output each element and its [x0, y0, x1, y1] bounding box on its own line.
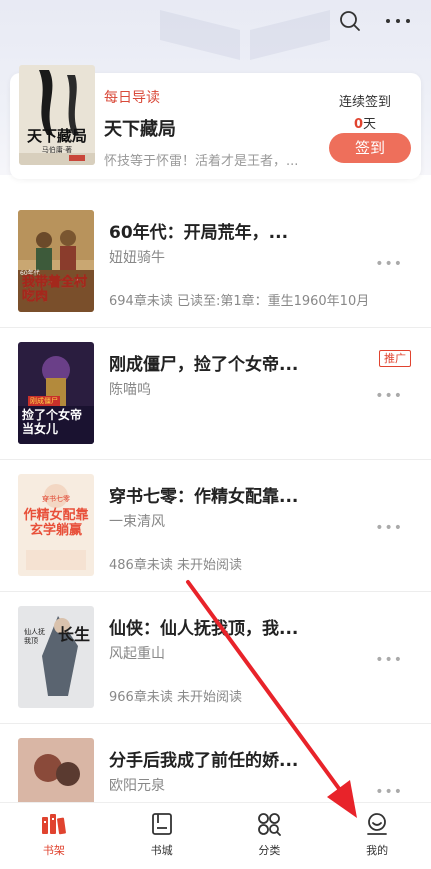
- list-item[interactable]: 刚成僵尸 捡了个女帝当女儿 刚成僵尸，捡了个女帝... 陈喵呜 推广 •••: [0, 328, 431, 460]
- book-author: 陈喵呜: [109, 382, 151, 398]
- book-cover-subtitle: 刚成僵尸: [28, 396, 60, 406]
- book-author: 一束清风: [109, 514, 165, 530]
- book-cover[interactable]: 刚成僵尸 捡了个女帝当女儿: [18, 342, 94, 444]
- checkin-days: 0天: [321, 113, 409, 132]
- tab-bookstore-label: 书城: [150, 844, 173, 857]
- book-progress: 694章未读 已读至:第1章：重生1960年10月: [109, 294, 370, 309]
- more-options-icon[interactable]: •••: [375, 652, 403, 668]
- list-item[interactable]: 仙人抚我顶 长生 仙侠：仙人抚我顶，我... 风起重山 966章未读 未开始阅读…: [0, 592, 431, 724]
- category-icon: [256, 811, 282, 837]
- more-options-icon[interactable]: •••: [375, 388, 403, 404]
- header-actions: [337, 8, 411, 34]
- book-cover-title: 我带着全村吃肉: [22, 275, 88, 304]
- tab-profile-label: 我的: [366, 844, 389, 857]
- tab-category[interactable]: 分类: [216, 803, 324, 869]
- bookshelf-list: 60年代 我带着全村吃肉 60年代：开局荒年，... 妞妞骑牛 694章未读 已…: [0, 196, 431, 856]
- book-title[interactable]: 刚成僵尸，捡了个女帝...: [109, 350, 298, 375]
- checkin-days-unit: 天: [363, 117, 377, 132]
- daily-reading-card[interactable]: 天下藏局 马伯庸·著 每日导读 天下藏局 怀技等于怀雷！活着才是王者，... 连…: [10, 65, 421, 179]
- book-cover[interactable]: 穿书七零 作精女配靠玄学躺赢: [18, 474, 94, 576]
- daily-tag: 每日导读: [104, 90, 160, 106]
- more-options-icon[interactable]: •••: [375, 520, 403, 536]
- book-progress: 966章未读 未开始阅读: [109, 690, 242, 705]
- book-title[interactable]: 穿书七零：作精女配靠...: [109, 482, 298, 507]
- more-icon[interactable]: [385, 8, 411, 34]
- tab-bookshelf[interactable]: 书架: [0, 803, 108, 869]
- book-cover-title: 捡了个女帝当女儿: [22, 408, 83, 436]
- bookstore-icon: [149, 811, 175, 837]
- promotion-badge: 推广: [379, 350, 411, 367]
- daily-cover-subtitle: 马伯庸·著: [41, 146, 73, 154]
- profile-icon: [364, 811, 390, 837]
- daily-book-description: 怀技等于怀雷！活着才是王者，...: [104, 154, 299, 169]
- book-cover-subtitle: 仙人抚我顶: [24, 628, 45, 645]
- more-options-icon[interactable]: •••: [375, 784, 403, 800]
- checkin-button[interactable]: 签到: [329, 133, 411, 163]
- book-cover-title: 长生: [58, 625, 91, 644]
- book-cover[interactable]: 仙人抚我顶 长生: [18, 606, 94, 708]
- checkin-label: 连续签到: [338, 95, 391, 110]
- tab-category-label: 分类: [258, 844, 281, 857]
- tab-bookstore[interactable]: 书城: [108, 803, 216, 869]
- list-item[interactable]: 60年代 我带着全村吃肉 60年代：开局荒年，... 妞妞骑牛 694章未读 已…: [0, 196, 431, 328]
- search-icon[interactable]: [337, 8, 363, 34]
- bookshelf-icon: [41, 811, 67, 837]
- book-title[interactable]: 分手后我成了前任的娇...: [109, 746, 298, 771]
- more-options-icon[interactable]: •••: [375, 256, 403, 272]
- tab-bookshelf-label: 书架: [42, 844, 65, 857]
- book-decoration-icon: [160, 10, 330, 60]
- book-title[interactable]: 60年代：开局荒年，...: [109, 218, 288, 243]
- tab-profile[interactable]: 我的: [323, 803, 431, 869]
- daily-book-title[interactable]: 天下藏局: [104, 115, 176, 141]
- book-progress: 486章未读 未开始阅读: [109, 558, 242, 573]
- book-author: 妞妞骑牛: [109, 250, 165, 266]
- book-title[interactable]: 仙侠：仙人抚我顶，我...: [109, 614, 298, 639]
- bottom-navigation: 书架 书城 分类 我的: [0, 802, 431, 869]
- book-author: 风起重山: [109, 646, 165, 662]
- book-author: 欧阳元泉: [109, 778, 165, 794]
- daily-book-cover[interactable]: 天下藏局 马伯庸·著: [19, 65, 95, 165]
- daily-cover-title: 天下藏局: [26, 127, 87, 145]
- checkin-days-count: 0: [353, 117, 364, 132]
- book-cover-title: 作精女配靠玄学躺赢: [23, 508, 89, 538]
- list-item[interactable]: 穿书七零 作精女配靠玄学躺赢 穿书七零：作精女配靠... 一束清风 486章未读…: [0, 460, 431, 592]
- book-cover-subtitle: 穿书七零: [42, 495, 70, 503]
- book-cover[interactable]: 60年代 我带着全村吃肉: [18, 210, 94, 312]
